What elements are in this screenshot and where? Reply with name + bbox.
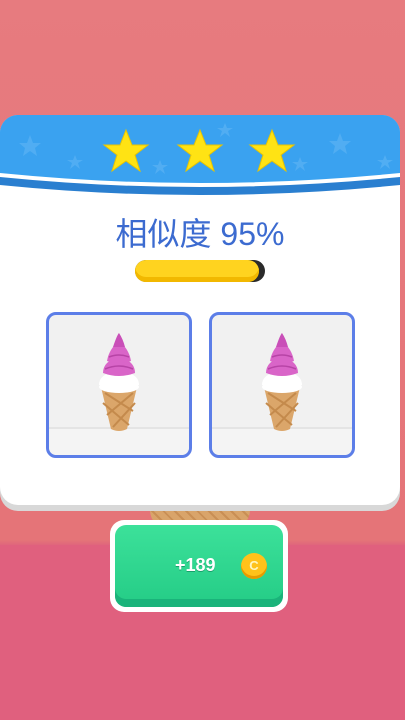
result-panel: 相似度 95%: [0, 115, 400, 505]
claim-reward-button[interactable]: +189 C: [110, 520, 288, 612]
coin-icon: C: [241, 553, 267, 579]
similarity-title: 相似度 95%: [0, 209, 400, 255]
star-icon-1: [102, 128, 150, 173]
similarity-progress-bar: [135, 260, 265, 282]
similarity-value: 95%: [220, 216, 285, 252]
target-ice-cream-card: [46, 312, 192, 458]
ice-cream-cone-icon: [262, 333, 302, 431]
reward-amount: +189: [175, 555, 216, 575]
similarity-progress-fill: [135, 260, 259, 282]
similarity-label: 相似度: [115, 216, 212, 252]
star-icon-3: [248, 128, 296, 173]
claim-reward-button-face[interactable]: +189 C: [115, 525, 283, 607]
result-ice-cream-card: [209, 312, 355, 458]
star-icon-2: [176, 128, 224, 173]
ice-cream-cone-icon: [99, 333, 139, 431]
